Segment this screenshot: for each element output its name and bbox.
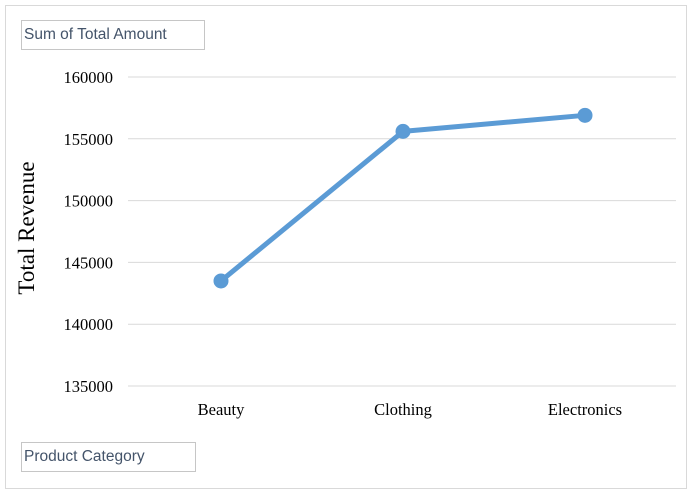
- x-axis-ticks: Beauty Clothing Electronics: [198, 400, 622, 419]
- axis-field-button[interactable]: Product Category: [21, 442, 196, 472]
- y-tick-label: 155000: [64, 130, 114, 149]
- y-axis-ticks: 135000 140000 145000 150000 155000 160000: [64, 68, 114, 396]
- series-layer: [213, 107, 593, 289]
- y-tick-label: 150000: [64, 192, 114, 211]
- x-tick-label: Beauty: [198, 400, 245, 419]
- y-tick-label: 135000: [64, 377, 114, 396]
- y-tick-label: 145000: [64, 253, 114, 272]
- data-point-beauty: [213, 273, 229, 289]
- data-point-electronics: [577, 107, 593, 123]
- x-tick-label: Clothing: [374, 400, 432, 419]
- x-tick-label: Electronics: [548, 400, 622, 419]
- series-line: [218, 112, 588, 284]
- y-axis-title: Total Revenue: [14, 161, 39, 294]
- gridlines: [128, 76, 676, 387]
- data-point-clothing: [395, 123, 411, 139]
- line-chart: 135000 140000 145000 150000 155000 160000 Bea…: [14, 68, 676, 419]
- y-tick-label: 140000: [64, 315, 114, 334]
- y-tick-label: 160000: [64, 68, 114, 87]
